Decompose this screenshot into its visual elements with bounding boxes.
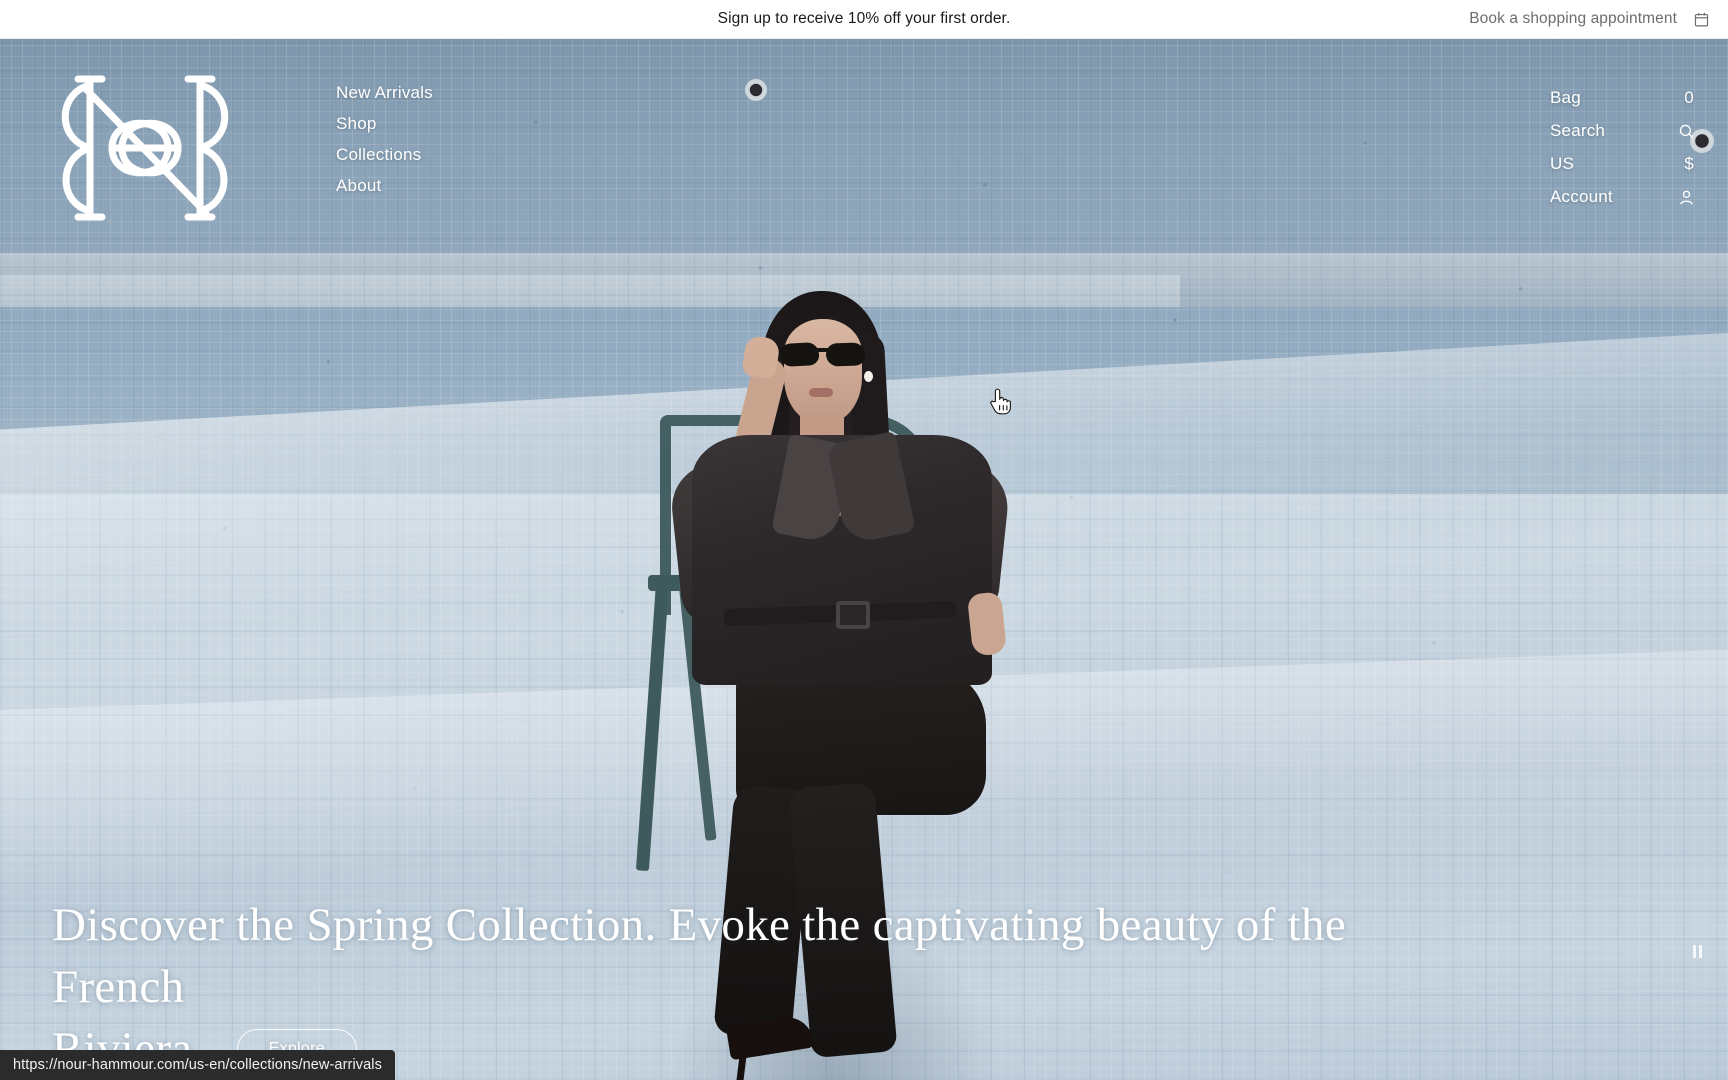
primary-navigation: New Arrivals Shop Collections About	[336, 79, 433, 199]
search-button[interactable]: Search	[1550, 118, 1700, 144]
nav-item-collections[interactable]: Collections	[336, 141, 433, 168]
currency-dollar-icon: $	[1684, 154, 1694, 173]
account-button[interactable]: Account	[1550, 184, 1700, 210]
nav-item-shop[interactable]: Shop	[336, 110, 433, 137]
pause-bar	[1692, 944, 1696, 958]
book-appointment-link[interactable]: Book a shopping appointment	[1469, 10, 1677, 28]
chair-leg	[635, 580, 670, 872]
model-lips	[809, 388, 833, 397]
sunglasses-lens	[825, 342, 866, 367]
announcement-actions: Book a shopping appointment	[1469, 10, 1710, 28]
utility-navigation: Bag 0 Search US $ Account	[1550, 85, 1700, 210]
sunglasses-bridge	[817, 348, 829, 352]
search-label: Search	[1550, 121, 1606, 140]
pointer-hand-cursor	[986, 386, 1014, 416]
model-earring	[864, 371, 873, 382]
model-figure	[635, 275, 1060, 1080]
account-label: Account	[1550, 187, 1613, 206]
bag-label: Bag	[1550, 88, 1581, 107]
hero-headline-line1: Discover the Spring Collection. Evoke th…	[52, 899, 1346, 1013]
nav-item-about[interactable]: About	[336, 172, 433, 199]
video-pause-button[interactable]	[1686, 940, 1708, 962]
model-face	[784, 319, 862, 423]
browser-status-url: https://nour-hammour.com/us-en/collectio…	[0, 1050, 395, 1080]
sunglasses-lens	[779, 341, 820, 368]
model-sunglasses	[779, 341, 866, 368]
region-currency-selector[interactable]: US $	[1550, 151, 1700, 177]
region-label: US	[1550, 154, 1575, 173]
account-person-icon[interactable]	[1678, 189, 1700, 206]
belt-buckle	[836, 601, 870, 629]
bag-button[interactable]: Bag 0	[1550, 85, 1700, 111]
site-header: New Arrivals Shop Collections About Bag …	[0, 39, 1728, 249]
search-icon[interactable]	[1678, 123, 1700, 140]
nour-hammour-monogram-logo[interactable]	[50, 63, 240, 233]
model-resting-hand	[966, 591, 1008, 657]
model-raised-hand	[741, 334, 781, 380]
announcement-bar: Sign up to receive 10% off your first or…	[0, 0, 1728, 39]
calendar-icon[interactable]	[1693, 11, 1710, 28]
pause-bar	[1698, 944, 1702, 958]
nav-item-new-arrivals[interactable]: New Arrivals	[336, 79, 433, 106]
bag-count-badge: 0	[1684, 88, 1694, 107]
